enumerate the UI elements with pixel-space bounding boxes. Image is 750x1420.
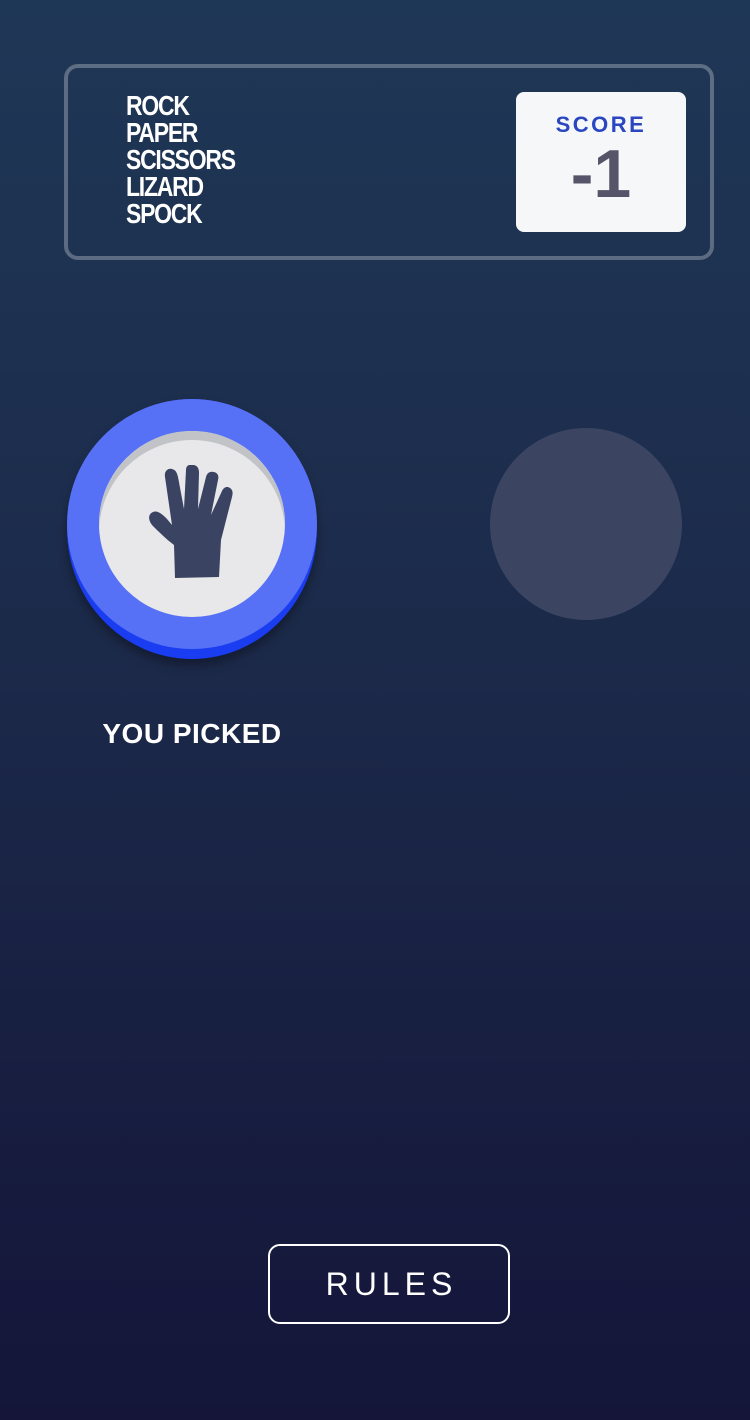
score-value: -1 [570, 136, 632, 212]
logo-line-scissors: SCISSORS [126, 144, 236, 175]
house-pick-placeholder [490, 428, 682, 620]
score-label: SCORE [555, 112, 647, 137]
score-box: SCORE -1 [516, 92, 686, 232]
game-header: ROCK PAPER SCISSORS LIZARD SPOCK SCORE -… [64, 64, 714, 260]
game-logo: ROCK PAPER SCISSORS LIZARD SPOCK [126, 90, 236, 229]
logo-line-rock: ROCK [126, 90, 190, 121]
player-pick-paper-chip [67, 399, 317, 659]
chip-ring [67, 399, 317, 649]
logo-line-spock: SPOCK [126, 198, 203, 229]
chip-inner [99, 431, 285, 617]
hand-icon [149, 465, 233, 578]
you-picked-label: YOU PICKED [102, 718, 282, 749]
rules-button[interactable]: RULES [268, 1244, 510, 1324]
logo-line-paper: PAPER [126, 117, 198, 148]
logo-line-lizard: LIZARD [126, 171, 204, 202]
